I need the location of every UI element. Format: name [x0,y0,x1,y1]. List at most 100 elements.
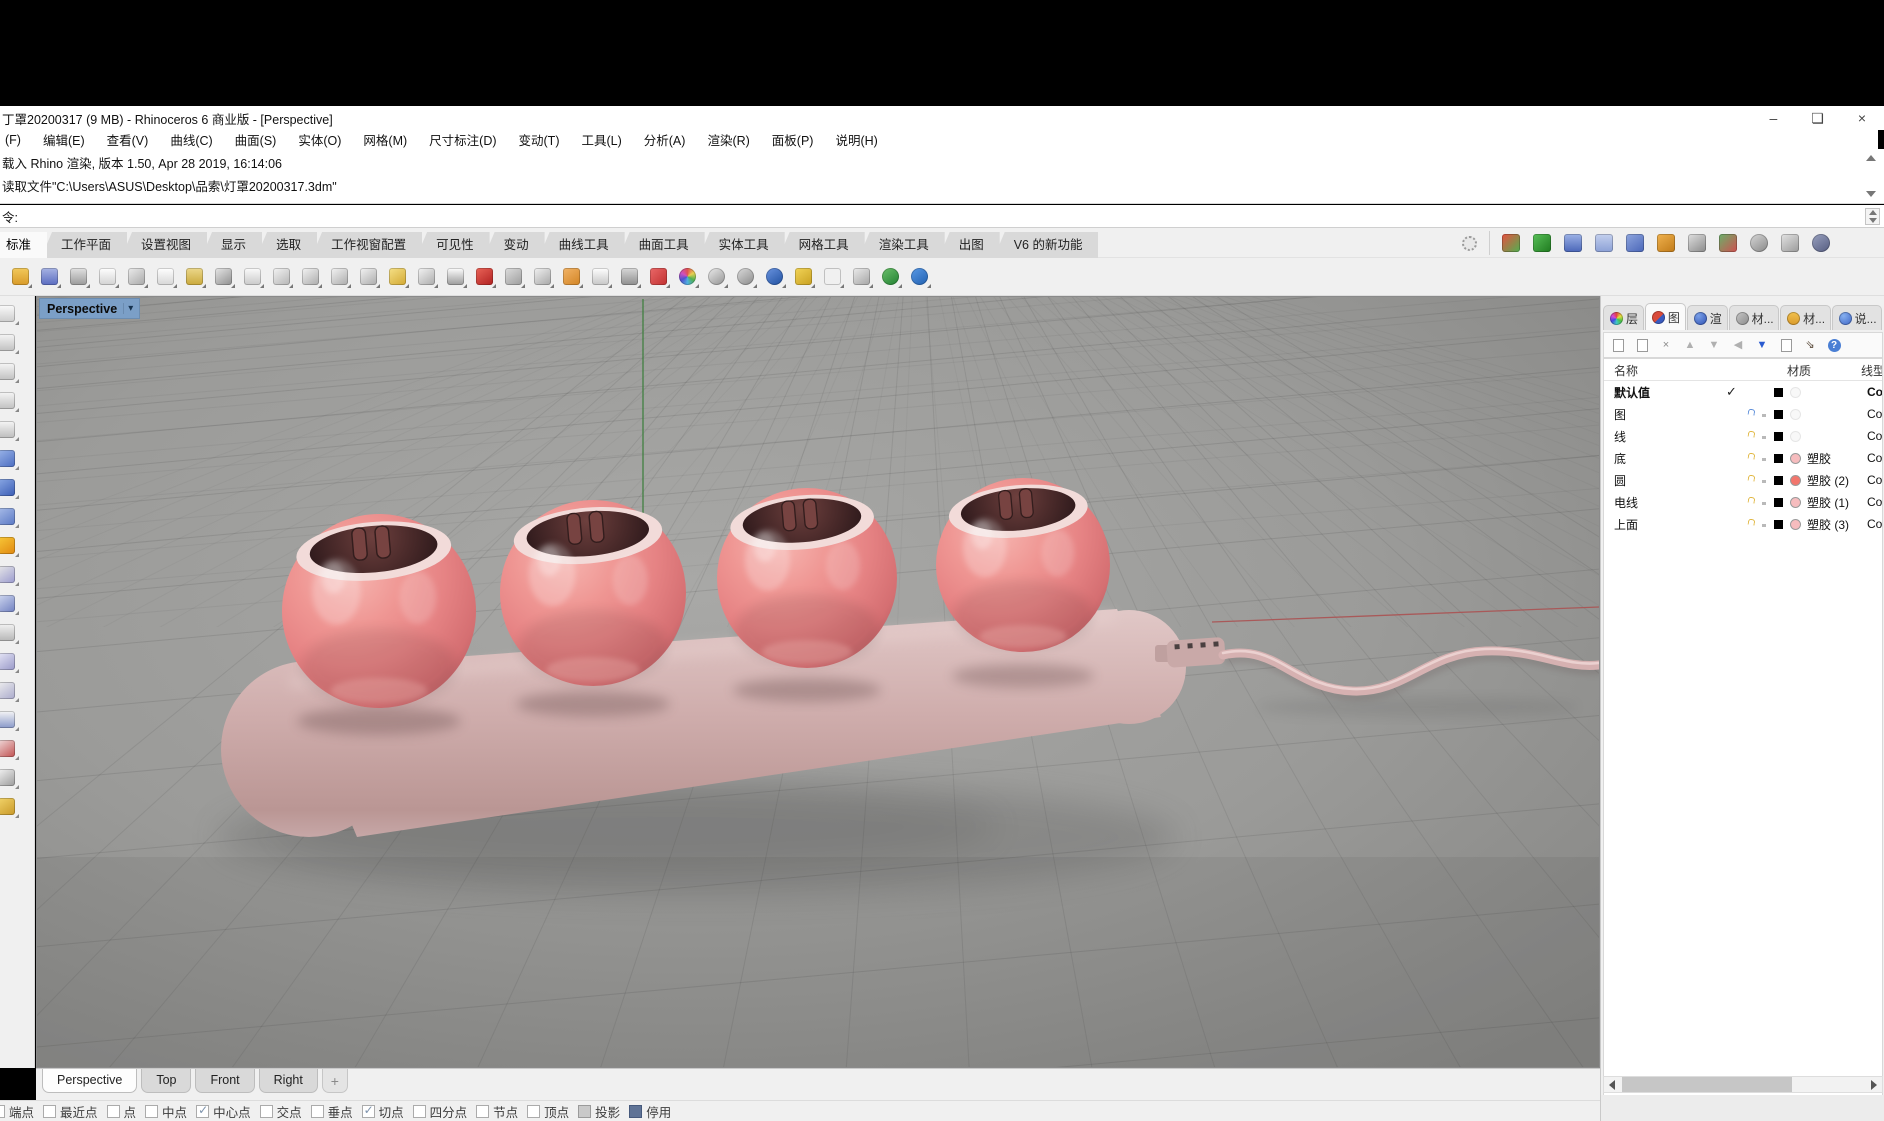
panel-help-icon[interactable]: ? [1826,337,1842,353]
spinner-up-icon[interactable] [1869,210,1877,215]
command-spinner[interactable] [1865,208,1880,225]
osnap-checkbox[interactable] [260,1105,273,1118]
minimize-button[interactable]: – [1769,110,1777,126]
rectangle-icon[interactable] [0,388,19,412]
linetype-value[interactable]: Con [1867,385,1882,399]
material-circle-icon[interactable] [1790,475,1801,486]
viewport-layout-icon[interactable] [443,264,468,289]
linetype-value[interactable]: Cont [1867,451,1882,465]
material-name[interactable]: 塑胶 (3) [1807,516,1867,533]
layer-name[interactable]: 默认值 [1614,384,1726,401]
ribbon-tab[interactable]: 渲染工具 [859,232,945,258]
scroll-right-icon[interactable] [1866,1077,1882,1092]
material-circle-icon[interactable] [1790,409,1801,420]
command-history[interactable]: 载入 Rhino 渲染, 版本 1.50, Apr 28 2019, 16:14… [0,149,1884,204]
layer-name[interactable]: 图 [1614,406,1726,423]
extrude-icon[interactable] [0,707,19,731]
cplane-icon[interactable] [849,264,874,289]
flatten-icon[interactable] [0,794,19,818]
linetype-value[interactable]: Cont [1867,495,1882,509]
array-icon[interactable] [0,736,19,760]
car-paint-icon[interactable] [472,264,497,289]
osnap-checkbox[interactable] [476,1105,489,1118]
chevron-down-icon[interactable]: ▾ [123,303,137,314]
render-zoom-icon[interactable] [1808,230,1833,255]
builder-person-icon[interactable] [1684,230,1709,255]
zoom-selected-icon[interactable] [385,264,410,289]
layer-color-swatch[interactable] [1774,476,1783,485]
geolocation-icon[interactable] [878,264,903,289]
ribbon-tab[interactable]: 标准 [0,232,47,258]
paste-icon[interactable] [182,264,207,289]
settings-gear-icon[interactable] [1462,236,1477,251]
scroll-up-icon[interactable] [1866,155,1876,161]
linetype-value[interactable]: Cont [1867,473,1882,487]
explode-icon[interactable] [0,533,19,557]
history-scrollbar[interactable] [1864,151,1878,201]
ellipse-icon[interactable] [0,359,19,383]
ribbon-tab[interactable]: 可见性 [416,232,490,258]
zoom-window-icon[interactable] [356,264,381,289]
ribbon-tab[interactable]: 工作平面 [41,232,127,258]
ribbon-tab[interactable]: 曲线工具 [539,232,625,258]
delete-layer-icon[interactable]: × [1658,337,1674,353]
material-name[interactable]: 塑胶 [1807,450,1867,467]
shaded-mode-icon[interactable] [646,264,671,289]
menu-item[interactable]: 工具(L) [570,130,632,149]
layer-row[interactable]: 线 Cont [1604,425,1882,447]
panel-tab[interactable]: 渲 [1687,305,1728,330]
zoom-in-icon[interactable] [298,264,323,289]
linetype-value[interactable]: Cont [1867,429,1882,443]
control-curve-icon[interactable] [0,330,19,354]
osnap-checkbox[interactable] [196,1105,209,1118]
menu-item[interactable]: 网格(M) [352,130,418,149]
osnap-toggle[interactable]: 四分点 [413,1102,468,1121]
gears-icon[interactable] [1622,230,1647,255]
move-down-icon[interactable]: ▼ [1706,337,1722,353]
osnap-checkbox[interactable] [629,1105,642,1118]
osnap-checkbox[interactable] [413,1105,426,1118]
ribbon-tab[interactable]: 显示 [201,232,262,258]
surface-icon[interactable] [0,446,19,470]
open-file-icon[interactable] [8,264,33,289]
menu-item[interactable]: 尺寸标注(D) [418,130,507,149]
dots-tool-icon[interactable] [559,264,584,289]
osnap-toggle[interactable]: 节点 [476,1102,518,1121]
rotate-view-icon[interactable] [269,264,294,289]
viewport-tab[interactable]: Front [195,1069,254,1093]
layer-color-swatch[interactable] [1774,410,1783,419]
restore-button[interactable]: ❏ [1811,110,1824,127]
layer-row[interactable]: 图 Cont [1604,403,1882,425]
osnap-toggle[interactable]: 中点 [145,1102,187,1121]
render-icon[interactable] [762,264,787,289]
lock-icon[interactable] [617,264,642,289]
menu-item[interactable]: (F) [0,133,32,147]
undo-icon[interactable] [211,264,236,289]
fillet-icon[interactable] [0,620,19,644]
osnap-toggle[interactable]: 中心点 [196,1102,251,1121]
menu-item[interactable]: 编辑(E) [32,130,96,149]
save-icon[interactable] [37,264,62,289]
circle-tool-icon[interactable] [530,264,555,289]
osnap-toggle[interactable]: 停用 [629,1102,671,1121]
command-input[interactable]: 令: [0,205,1884,228]
point-icon[interactable] [0,301,19,325]
ribbon-tab[interactable]: 曲面工具 [619,232,705,258]
layer-row[interactable]: 底 塑胶 Cont [1604,447,1882,469]
zoom-dynamic-icon[interactable] [327,264,352,289]
move-icon[interactable] [0,678,19,702]
copy-layer-icon[interactable] [1634,337,1650,353]
ribbon-tab[interactable]: 选取 [256,232,317,258]
shaded-box-icon[interactable] [1529,230,1554,255]
copy-icon[interactable] [153,264,178,289]
osnap-toggle[interactable]: 切点 [362,1102,404,1121]
material-circle-icon[interactable] [1790,387,1801,398]
material-circle-icon[interactable] [1790,519,1801,530]
panel-tab[interactable]: 材... [1780,305,1830,330]
osnap-toggle[interactable]: 垂点 [311,1102,353,1121]
layer-name[interactable]: 上面 [1614,516,1726,533]
layer-color-swatch[interactable] [1774,454,1783,463]
rendered-mode-icon[interactable] [675,264,700,289]
layer-row[interactable]: 圆 塑胶 (2) Cont [1604,469,1882,491]
material-circle-icon[interactable] [1790,497,1801,508]
